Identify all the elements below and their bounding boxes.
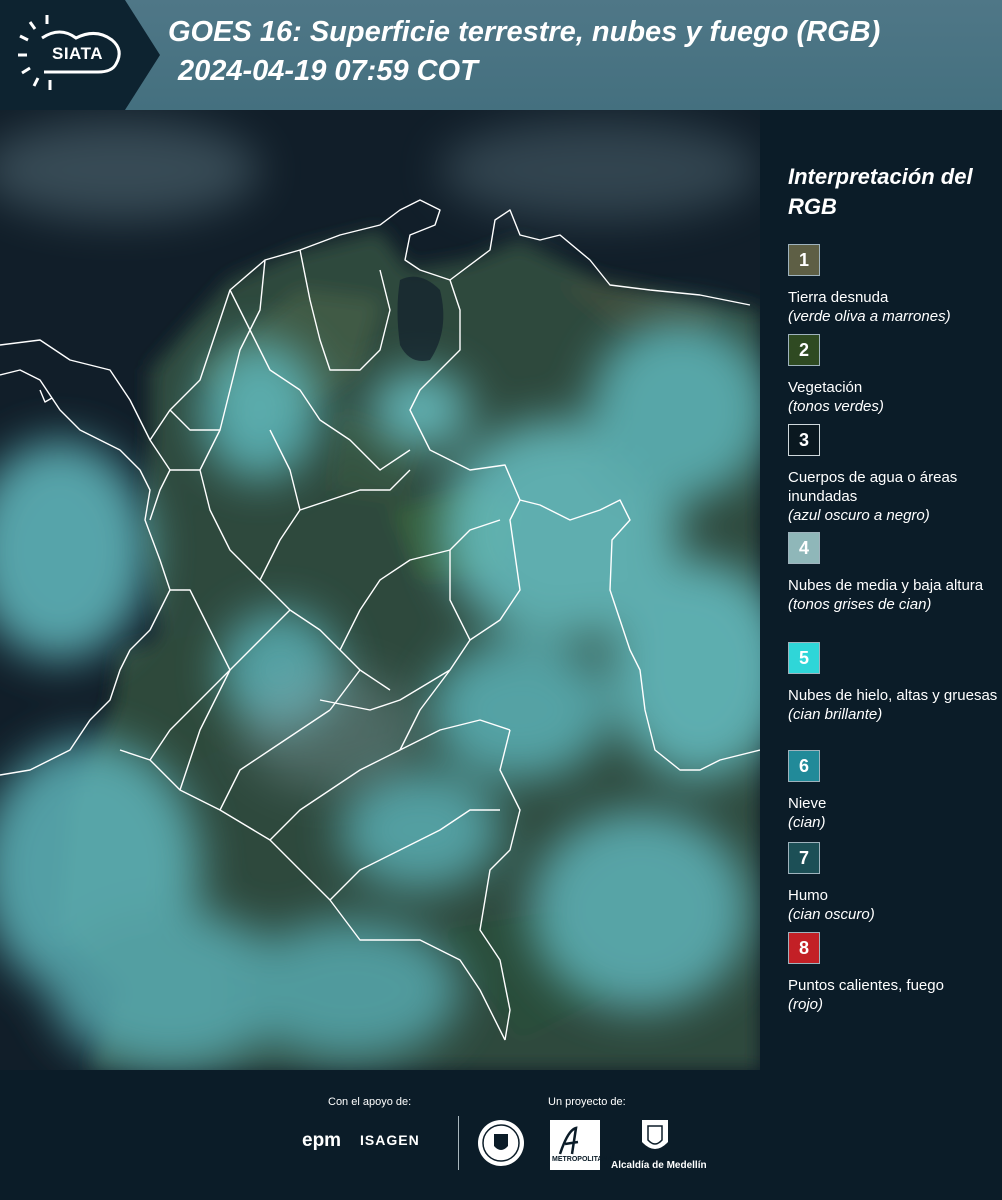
legend-item-smoke: 7 Humo (cian oscuro): [788, 842, 998, 924]
logo-text: SIATA: [52, 44, 103, 63]
page-title: GOES 16: Superficie terrestre, nubes y f…: [168, 16, 881, 48]
siata-logo: SIATA: [0, 0, 160, 110]
support-label: Con el apoyo de:: [328, 1096, 412, 1108]
legend-label: Cuerpos de agua o áreas inundadas: [788, 469, 958, 505]
legend-item-snow: 6 Nieve (cian): [788, 750, 998, 832]
legend-item-water: 3 Cuerpos de agua o áreas inundadas (azu…: [788, 424, 998, 525]
legend-swatch: 3: [788, 424, 820, 456]
legend-item-ice-clouds: 5 Nubes de hielo, altas y gruesas (cian …: [788, 642, 998, 724]
legend-note: (rojo): [788, 996, 824, 1013]
legend-item-vegetation: 2 Vegetación (tonos verdes): [788, 334, 998, 416]
legend-title: Interpretación del RGB: [788, 164, 973, 219]
legend-note: (tonos verdes): [788, 398, 884, 415]
legend-note: (azul oscuro a negro): [788, 507, 930, 524]
legend-swatch: 7: [788, 842, 820, 874]
legend-note: (cian brillante): [788, 706, 883, 723]
legend-swatch: 8: [788, 932, 820, 964]
epm-logo: epm: [302, 1130, 342, 1151]
legend-swatch: 4: [788, 532, 820, 564]
legend-label: Humo: [788, 887, 829, 904]
legend-note: (cian): [788, 814, 826, 831]
footer: Con el apoyo de: Un proyecto de: epm ISA…: [0, 1070, 1002, 1200]
page-subtitle: 2024-04-19 07:59 COT: [178, 55, 478, 87]
area-logo-text: METROPOLITANA: [552, 1156, 613, 1163]
legend-label: Tierra desnuda: [788, 289, 889, 306]
lake-maracaibo: [397, 276, 444, 361]
legend-label: Nubes de hielo, altas y gruesas: [788, 687, 998, 704]
legend-item-fire: 8 Puntos calientes, fuego (rojo): [788, 932, 998, 1014]
satellite-image: [0, 110, 760, 1070]
legend-note: (verde oliva a marrones): [788, 308, 951, 325]
legend-panel: Interpretación del RGB 1 Tierra desnuda …: [760, 110, 1002, 1070]
legend-item-low-clouds: 4 Nubes de media y baja altura (tonos gr…: [788, 532, 998, 614]
legend-label: Puntos calientes, fuego: [788, 977, 944, 994]
legend-label: Vegetación: [788, 379, 863, 396]
legend-swatch: 1: [788, 244, 820, 276]
legend-swatch: 2: [788, 334, 820, 366]
legend-swatch: 5: [788, 642, 820, 674]
alcaldia-label: Alcaldía de Medellín: [611, 1160, 707, 1171]
legend-note: (cian oscuro): [788, 906, 875, 923]
project-label: Un proyecto de:: [548, 1096, 626, 1108]
legend-label: Nubes de media y baja altura: [788, 577, 984, 594]
legend-item-bare-soil: 1 Tierra desnuda (verde oliva a marrones…: [788, 244, 998, 326]
legend-swatch: 6: [788, 750, 820, 782]
satellite-map: [0, 110, 760, 1070]
legend-note: (tonos grises de cian): [788, 596, 932, 613]
legend-label: Nieve: [788, 795, 827, 812]
university-seal-icon: [478, 1120, 524, 1166]
alcaldia-shield-icon: [642, 1120, 668, 1149]
isagen-logo: ISAGEN: [360, 1132, 420, 1148]
header: SIATA GOES 16: Superficie terrestre, nub…: [0, 0, 1002, 110]
footer-divider: [458, 1116, 459, 1170]
